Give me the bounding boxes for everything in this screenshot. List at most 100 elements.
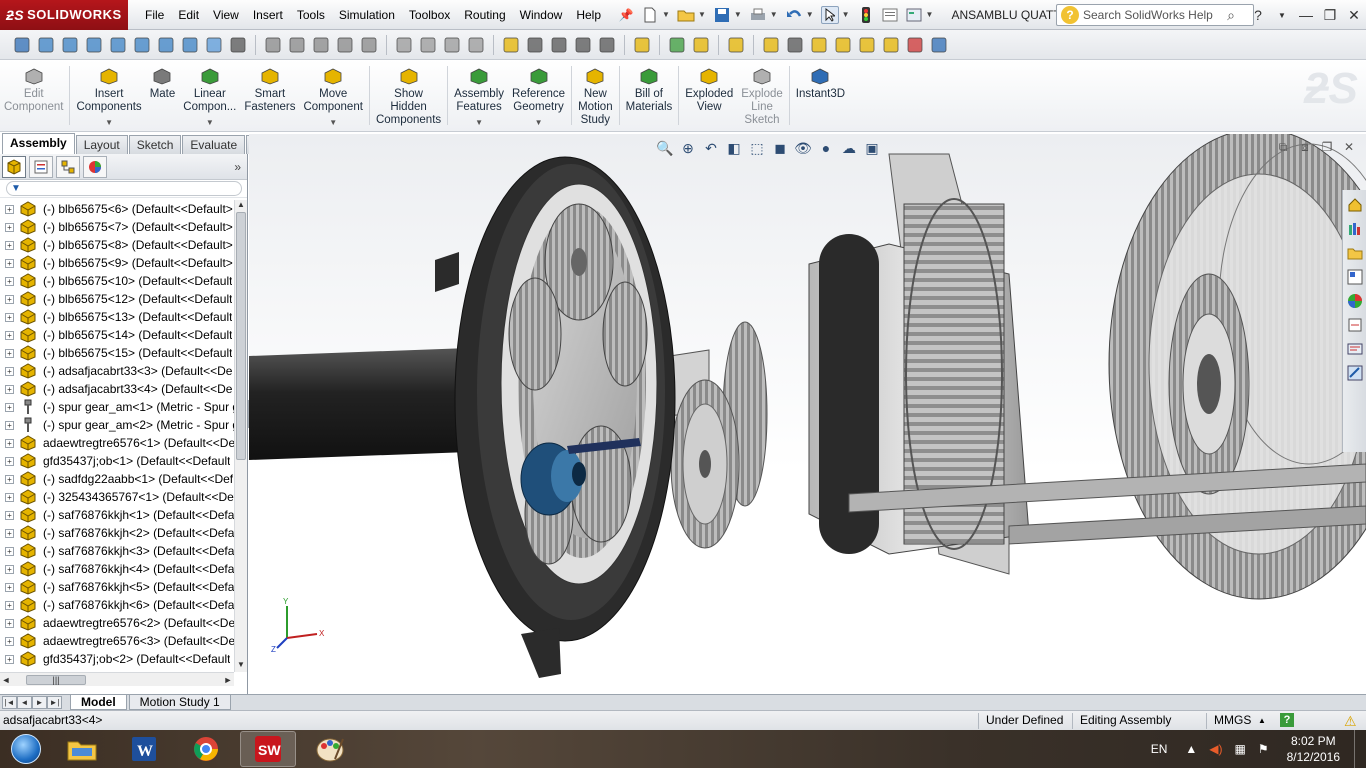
extrude-icon[interactable] — [394, 35, 414, 55]
expand-panel-icon[interactable]: » — [234, 160, 241, 174]
tree-item[interactable]: + (-) blb65675<13> (Default<<Default — [0, 308, 234, 326]
sketch-arc-icon[interactable] — [311, 35, 331, 55]
expand-toggle-icon[interactable]: + — [5, 510, 14, 520]
ribbon-show-hidden-button[interactable]: Show Hidden Components — [372, 60, 445, 131]
ribbon-smart-fasteners-button[interactable]: Smart Fasteners — [240, 60, 299, 131]
tab-evaluate[interactable]: Evaluate — [182, 135, 246, 154]
tree-item[interactable]: + (-) blb65675<7> (Default<<Default> — [0, 218, 234, 236]
help-menu-icon[interactable]: ? — [1246, 7, 1270, 23]
tree-vertical-scrollbar[interactable]: ▲ ▼ — [234, 200, 247, 672]
ribbon-explode-line-sketch-button[interactable]: Explode Line Sketch — [737, 60, 787, 131]
solidworks-forum-icon[interactable] — [1346, 340, 1364, 358]
horizontal-scroll-thumb[interactable]: ||| — [26, 674, 86, 685]
tree-item[interactable]: + (-) blb65675<10> (Default<<Default — [0, 272, 234, 290]
expand-toggle-icon[interactable]: + — [5, 546, 14, 556]
graphics-area[interactable]: 🔍 ⊕ ↶ ◧ ⬚ ◼ 👁 ● ☁ ▣ ⧉ ⧈ ❐ ✕ Y X Z — [249, 134, 1366, 694]
options-icon[interactable] — [905, 6, 923, 24]
units-selector[interactable]: MMGS — [1214, 711, 1251, 730]
expand-toggle-icon[interactable]: + — [5, 312, 14, 322]
cube-view-bottom-icon[interactable] — [156, 35, 176, 55]
tree-item[interactable]: + (-) blb65675<8> (Default<<Default> — [0, 236, 234, 254]
menu-simulation[interactable]: Simulation — [332, 0, 402, 30]
expand-toggle-icon[interactable]: + — [5, 384, 14, 394]
volume-icon[interactable]: ◀) — [1209, 742, 1222, 756]
expand-toggle-icon[interactable]: + — [5, 294, 14, 304]
file-explorer-pane-icon[interactable] — [1346, 244, 1364, 262]
tree-item[interactable]: + (-) 325434365767<1> (Default<<Def — [0, 488, 234, 506]
configuration-manager-tab-icon[interactable] — [56, 155, 80, 178]
cube-view-back-icon[interactable] — [60, 35, 80, 55]
tree-item[interactable]: + (-) blb65675<12> (Default<<Default — [0, 290, 234, 308]
smart-fastener-icon[interactable] — [761, 35, 781, 55]
ribbon-exploded-view-button[interactable]: Exploded View — [681, 60, 737, 131]
expand-toggle-icon[interactable]: + — [5, 618, 14, 628]
expand-toggle-icon[interactable]: + — [5, 240, 14, 250]
sketch-spline-icon[interactable] — [335, 35, 355, 55]
scroll-right-arrow-icon[interactable]: ► — [222, 675, 234, 685]
previous-view-icon[interactable]: ↶ — [701, 138, 721, 158]
cube-view-left-icon[interactable] — [84, 35, 104, 55]
simulate-icon[interactable] — [881, 35, 901, 55]
taskbar-paint[interactable] — [302, 731, 358, 767]
display-manager-tab-icon[interactable] — [83, 155, 107, 178]
undo-icon[interactable] — [785, 6, 803, 24]
expand-toggle-icon[interactable]: + — [5, 600, 14, 610]
ribbon-linear-pattern-button[interactable]: Linear Compon... ▼ — [179, 60, 240, 131]
tree-item[interactable]: + gfd35437j;ob<2> (Default<<Default — [0, 650, 234, 668]
view-settings-icon[interactable]: ▣ — [862, 138, 882, 158]
taskbar-file-explorer[interactable] — [54, 731, 110, 767]
new-document-icon[interactable] — [641, 6, 659, 24]
search-help-box[interactable]: ? Search SolidWorks Help ⌕ — [1056, 4, 1254, 26]
tree-horizontal-scrollbar[interactable]: ◄ ||| ► — [0, 672, 234, 686]
expand-toggle-icon[interactable]: + — [5, 204, 14, 214]
taskbar-solidworks[interactable]: SW — [240, 731, 296, 767]
tree-item[interactable]: + adaewtregtre6576<3> (Default<<De — [0, 632, 234, 650]
instant3d-tool-icon[interactable] — [929, 35, 949, 55]
close-button[interactable]: ✕ — [1342, 7, 1366, 24]
ribbon-reference-geometry-button[interactable]: Reference Geometry ▼ — [508, 60, 569, 131]
search-icon[interactable]: ⌕ — [1227, 7, 1235, 24]
menu-tools[interactable]: Tools — [290, 0, 332, 30]
tree-item[interactable]: + (-) adsafjacabrt33<3> (Default<<De — [0, 362, 234, 380]
expand-toggle-icon[interactable]: + — [5, 492, 14, 502]
color-icon[interactable] — [905, 35, 925, 55]
start-button[interactable] — [4, 731, 48, 767]
view-orientation-icon[interactable]: ⬚ — [747, 138, 767, 158]
cube-view-front-icon[interactable] — [36, 35, 56, 55]
scroll-down-arrow-icon[interactable]: ▼ — [235, 660, 247, 672]
appearances-icon[interactable] — [1346, 292, 1364, 310]
menu-insert[interactable]: Insert — [246, 0, 290, 30]
ribbon-edit-component-button[interactable]: Edit Component — [0, 60, 67, 131]
tree-filter-input[interactable]: ▼ — [6, 181, 242, 196]
rebuild-traffic-light-icon[interactable] — [857, 6, 875, 24]
loft-icon[interactable] — [466, 35, 486, 55]
viewport-restore-icon[interactable]: ❐ — [1316, 140, 1338, 155]
action-center-flag-icon[interactable]: ⚑ — [1258, 742, 1269, 756]
smart-dimension-icon[interactable] — [359, 35, 379, 55]
rebuild-warning-icon[interactable]: ⚠ — [1344, 712, 1357, 731]
shaded-display-icon[interactable] — [204, 35, 224, 55]
edit-appearance-icon[interactable]: ● — [816, 138, 836, 158]
dropdown-arrow-icon[interactable]: ▼ — [329, 116, 337, 129]
expand-toggle-icon[interactable]: + — [5, 402, 14, 412]
apply-scene-icon[interactable]: ☁ — [839, 138, 859, 158]
hide-show-items-icon[interactable]: 👁 — [793, 138, 813, 158]
view-icon[interactable] — [597, 35, 617, 55]
show-hidden-icons-icon[interactable]: ▲ — [1185, 742, 1197, 756]
tree-item[interactable]: + (-) adsafjacabrt33<4> (Default<<De — [0, 380, 234, 398]
bom-icon[interactable] — [833, 35, 853, 55]
menu-edit[interactable]: Edit — [171, 0, 206, 30]
tree-item[interactable]: + (-) blb65675<6> (Default<<Default> — [0, 200, 234, 218]
cube-view-iso-icon[interactable] — [180, 35, 200, 55]
design-library-icon[interactable] — [1346, 220, 1364, 238]
ribbon-insert-components-button[interactable]: Insert Components ▼ — [72, 60, 145, 131]
zoom-to-area-icon[interactable]: ⊕ — [678, 138, 698, 158]
expand-toggle-icon[interactable]: + — [5, 636, 14, 646]
prev-tab-arrow-icon[interactable]: ◄ — [17, 696, 32, 709]
part-options-icon[interactable] — [549, 35, 569, 55]
revolve-icon[interactable] — [418, 35, 438, 55]
tree-item[interactable]: + (-) saf76876kkjh<5> (Default<<Defa — [0, 578, 234, 596]
tree-item[interactable]: + (-) sadfdg22aabb<1> (Default<<Def — [0, 470, 234, 488]
menu-view[interactable]: View — [206, 0, 246, 30]
expand-toggle-icon[interactable]: + — [5, 366, 14, 376]
